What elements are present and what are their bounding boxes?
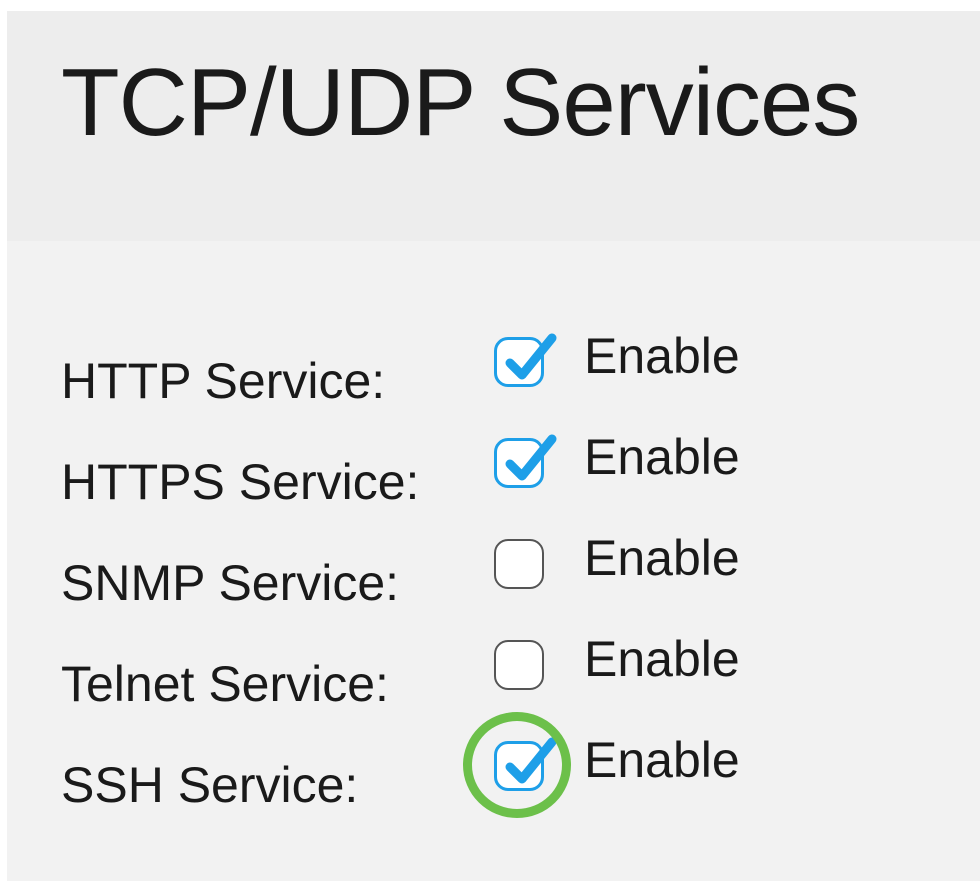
ssh-enable-label[interactable]: Enable — [584, 735, 740, 785]
service-row-snmp: SNMP Service: Enable — [7, 533, 980, 638]
telnet-service-label: Telnet Service: — [61, 656, 389, 712]
http-enable-checkbox[interactable] — [494, 333, 557, 387]
service-row-https: HTTPS Service: Enable — [7, 432, 980, 537]
checkmark-icon — [505, 333, 557, 380]
telnet-enable-label[interactable]: Enable — [584, 634, 740, 684]
service-row-telnet: Telnet Service: Enable — [7, 634, 980, 739]
page-header: TCP/UDP Services — [7, 11, 980, 241]
https-enable-label[interactable]: Enable — [584, 432, 740, 482]
snmp-enable-label[interactable]: Enable — [584, 533, 740, 583]
service-row-http: HTTP Service: Enable — [7, 331, 980, 436]
snmp-service-label: SNMP Service: — [61, 555, 400, 611]
http-enable-label[interactable]: Enable — [584, 331, 740, 381]
telnet-enable-checkbox[interactable] — [494, 640, 544, 690]
service-row-ssh: SSH Service: Enable — [7, 712, 980, 840]
https-enable-checkbox[interactable] — [494, 434, 557, 488]
checkmark-icon — [505, 737, 557, 784]
http-service-label: HTTP Service: — [61, 353, 386, 409]
checkmark-icon — [505, 434, 557, 481]
ssh-enable-checkbox[interactable] — [463, 712, 571, 818]
https-service-label: HTTPS Service: — [61, 454, 420, 510]
ssh-service-label: SSH Service: — [61, 757, 359, 813]
page: TCP/UDP Services HTTP Service: Enable HT… — [7, 11, 980, 881]
snmp-enable-checkbox[interactable] — [494, 539, 544, 589]
page-title: TCP/UDP Services — [61, 49, 860, 156]
